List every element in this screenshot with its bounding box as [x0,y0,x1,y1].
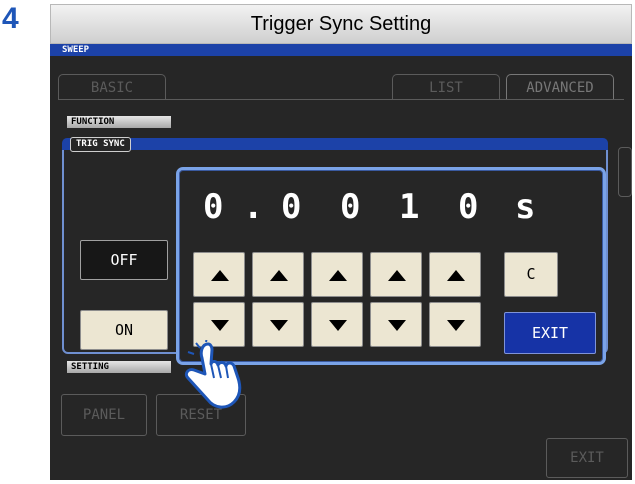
increment-digit-1-button[interactable] [193,252,245,297]
panel-button[interactable]: PANEL [61,394,147,436]
arrow-down-icon [329,320,347,331]
digit: 0 [281,187,302,227]
arrow-up-icon [447,270,465,281]
instrument-screen: SWEEP BASIC LIST ADVANCED FUNCTION SETTI… [50,44,632,480]
increment-digit-3-button[interactable] [311,252,363,297]
arrow-up-icon [270,270,288,281]
arrow-up-icon [329,270,347,281]
tab-basic[interactable]: BASIC [58,74,166,100]
mode-header: SWEEP [50,44,632,56]
background-control [618,147,632,197]
tab-list[interactable]: LIST [392,74,500,100]
decrement-digit-4-button[interactable] [370,302,422,347]
arrow-up-icon [211,270,229,281]
digit: 0 [458,187,479,227]
arrow-down-icon [447,320,465,331]
decrement-digit-2-button[interactable] [252,302,304,347]
increment-digit-4-button[interactable] [370,252,422,297]
digit: 1 [399,187,420,227]
setting-section-label: SETTING [67,361,171,373]
increment-digit-2-button[interactable] [252,252,304,297]
numpad-exit-button[interactable]: EXIT [504,312,596,354]
tab-advanced[interactable]: ADVANCED [506,74,614,100]
pointing-hand-icon [184,340,242,409]
title-bar: Trigger Sync Setting [50,4,632,44]
unit-label: s [515,187,536,227]
off-button[interactable]: OFF [80,240,168,280]
clear-button[interactable]: C [504,252,558,297]
decrement-digit-3-button[interactable] [311,302,363,347]
increment-digit-5-button[interactable] [429,252,481,297]
tab-divider [58,99,624,100]
arrow-down-icon [211,320,229,331]
dialog-title: TRIG SYNC [70,137,131,152]
arrow-down-icon [270,320,288,331]
page-title: Trigger Sync Setting [250,13,432,35]
function-section-label: FUNCTION [67,116,171,128]
on-button[interactable]: ON [80,310,168,350]
value-display: 0 . 0 0 1 0 s [203,187,563,227]
dialog-header-bar [62,138,608,150]
step-number: 4 [2,2,19,35]
decrement-digit-5-button[interactable] [429,302,481,347]
arrow-down-icon [388,320,406,331]
screen-exit-button[interactable]: EXIT [546,438,628,478]
decimal-point: . [243,187,264,227]
digit: 0 [203,187,224,227]
digit: 0 [340,187,361,227]
arrow-up-icon [388,270,406,281]
